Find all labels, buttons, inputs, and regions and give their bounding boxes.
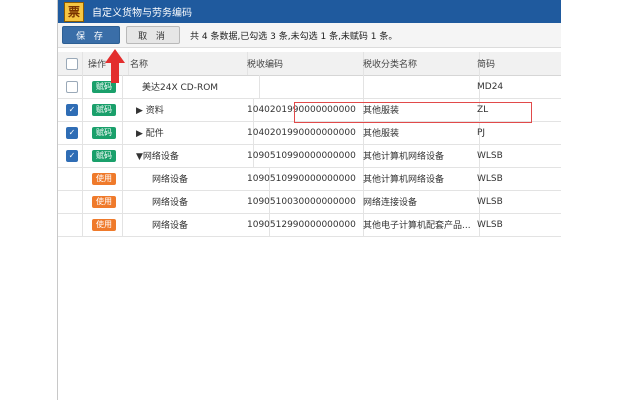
use-button[interactable]: 使用 [92,195,116,208]
assign-code-button[interactable]: 赋码 [92,149,116,162]
table-row[interactable]: 使用 网络设备 1090510990000000000 其他计算机网络设备 WLSB [58,167,561,191]
select-cell[interactable] [58,213,83,236]
tax-code: 1090510030000000000 [239,190,364,213]
table-row[interactable]: 使用 网络设备 1090512990000000000 其他电子计算机配套产品... W… [58,213,561,237]
toolbar: 保 存 取 消 共 4 条数据,已勾选 3 条,未勾选 1 条,未赋码 1 条。 [58,23,561,48]
tax-class-name: 其他服装 [355,121,480,144]
action-cell[interactable]: 使用 [82,190,123,213]
item-name: ▶ 配件 [122,121,254,144]
tax-class-name: 其他计算机网络设备 [355,167,480,190]
tax-class-name [355,75,480,98]
row-checkbox[interactable]: ✓ [66,126,78,139]
tax-code [239,75,364,98]
short-code: MD24 [477,81,504,92]
use-button[interactable]: 使用 [92,172,116,185]
app-logo-icon: 票 [64,1,84,22]
select-cell[interactable] [58,190,83,213]
short-code: WLSB [477,219,503,230]
title-bar: 票 自定义货物与劳务编码 [58,0,561,23]
row-checkbox[interactable]: ✓ [66,149,78,162]
short-code: WLSB [477,196,503,207]
select-all-cell[interactable] [58,52,83,75]
select-cell[interactable] [58,75,83,98]
save-button[interactable]: 保 存 [62,26,120,44]
item-name: ▼网络设备 [122,144,254,167]
select-cell[interactable]: ✓ [58,144,83,167]
window-title: 自定义货物与劳务编码 [92,8,192,19]
short-code: WLSB [477,173,503,184]
action-cell[interactable]: 使用 [82,213,123,236]
tax-class-name: 网络连接设备 [355,190,480,213]
short-code: WLSB [477,150,503,161]
select-cell[interactable]: ✓ [58,121,83,144]
use-button[interactable]: 使用 [92,218,116,231]
tax-class-name: 其他计算机网络设备 [355,144,480,167]
annotation-arrow-icon [105,49,125,83]
action-cell[interactable]: 赋码 [82,98,123,121]
selected-tax-code-highlight [294,102,532,123]
tax-class-name: 其他电子计算机配套产品... [355,213,480,236]
status-text: 共 4 条数据,已勾选 3 条,未勾选 1 条,未赋码 1 条。 [190,31,398,42]
tax-code: 1090512990000000000 [239,213,364,236]
cancel-button[interactable]: 取 消 [126,26,180,44]
tax-code: 1040201990000000000 [239,121,364,144]
assign-code-button[interactable]: 赋码 [92,126,116,139]
table-row[interactable]: 赋码 美达24X CD-ROM MD24 [58,75,561,99]
tax-code: 1090510990000000000 [239,144,364,167]
action-cell[interactable]: 赋码 [82,144,123,167]
header-tax-class: 税收分类名称 [355,52,480,75]
table-header-row: 操作 名称 税收编码 税收分类名称 简码 [58,52,561,76]
select-all-checkbox[interactable] [66,57,78,70]
header-name: 名称 [122,52,248,75]
action-cell[interactable]: 使用 [82,167,123,190]
row-checkbox[interactable]: ✓ [66,103,78,116]
header-short-code: 简码 [477,60,496,70]
table-row[interactable]: 使用 网络设备 1090510030000000000 网络连接设备 WLSB [58,190,561,214]
table-row[interactable]: ✓ 赋码 ▼网络设备 1090510990000000000 其他计算机网络设备 WLSB [58,144,561,168]
header-tax-code: 税收编码 [239,52,364,75]
select-cell[interactable]: ✓ [58,98,83,121]
action-cell[interactable]: 赋码 [82,121,123,144]
row-checkbox[interactable] [66,80,78,93]
short-code: PJ [477,127,486,138]
item-name: ▶ 资料 [122,98,254,121]
assign-code-button[interactable]: 赋码 [92,103,116,116]
table-row[interactable]: ✓ 赋码 ▶ 配件 1040201990000000000 其他服装 PJ [58,121,561,145]
select-cell[interactable] [58,167,83,190]
tax-code: 1090510990000000000 [239,167,364,190]
